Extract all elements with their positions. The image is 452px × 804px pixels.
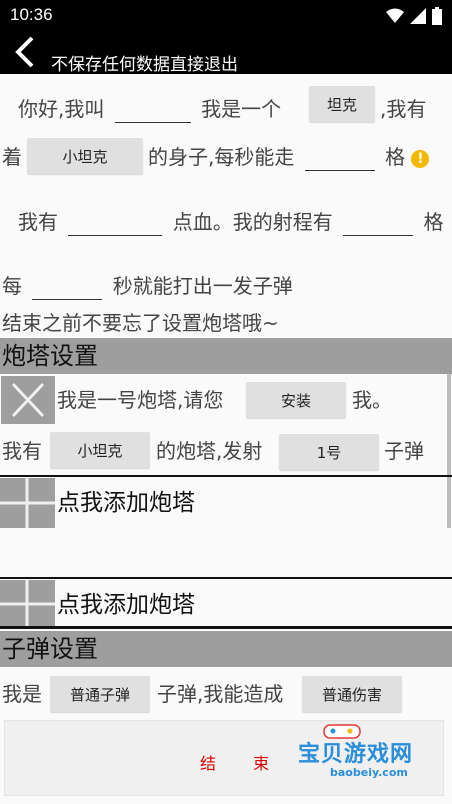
fire-interval-input[interactable] [32,278,103,300]
plus-icon [0,478,55,528]
bullet-kind-button[interactable]: 普通子弹 [50,676,150,712]
scrollbar[interactable] [447,374,451,528]
plus-icon [0,580,55,628]
type-select-button[interactable]: 坦克 [309,86,375,122]
add-turret-button[interactable]: 点我添加炮塔 [57,483,195,517]
intro-line-1: 你好,我叫 我是一个 [18,97,282,123]
divider [0,475,452,477]
intro-line-4: 每 秒就能打出一发子弹 [2,274,293,300]
intro-line-5: 结束之前不要忘了设置炮塔哦~ [2,311,279,335]
bullet-section-header: 子弹设置 [0,631,452,667]
intro-line-2: 的身子,每秒能走 格 ! [148,143,430,171]
divider [0,626,452,629]
speed-input[interactable] [304,149,375,171]
add-turret-tile[interactable] [0,478,55,528]
add-turret-tile[interactable] [0,580,55,628]
watermark: 宝贝游戏网 baobeiy.com [278,724,428,784]
status-icons [386,7,442,25]
signal-icon [410,8,426,24]
status-bar: 10:36 [0,0,452,30]
back-arrow-icon[interactable] [10,36,40,68]
hp-input[interactable] [68,214,163,236]
warning-icon: ! [411,149,430,168]
ammo-select-button[interactable]: 1号 [279,434,379,470]
turret-line-2-end: 子弹 [384,439,424,463]
intro-line-2-start: 着 [2,145,22,169]
end-button-label[interactable]: 结 束 [200,750,285,774]
turret-line-1-end: 我。 [352,388,392,412]
intro-line-3: 我有 点血。我的射程有 格 [18,210,444,236]
status-time: 10:36 [10,5,53,24]
turret-line-2: 的炮塔,发射 [156,439,263,463]
intro-line-1-end: ,我有 [380,97,427,121]
app-bar: 不保存任何数据直接退出 [0,30,452,75]
divider [0,577,452,579]
range-input[interactable] [343,214,414,236]
watermark-text: 宝贝游戏网 [298,742,414,767]
wifi-icon [386,8,404,23]
delete-turret-button[interactable] [1,376,55,424]
turret-select-button[interactable]: 小坦克 [50,432,150,468]
install-button[interactable]: 安装 [246,382,346,418]
turret-line-1: 我是一号炮塔,请您 [57,388,224,412]
close-icon [11,382,45,418]
turret-line-2-start: 我有 [2,439,42,463]
name-input[interactable] [114,101,191,123]
exit-without-saving-title[interactable]: 不保存任何数据直接退出 [51,50,238,75]
bullet-line: 子弹,我能造成 [157,682,284,706]
body-select-button[interactable]: 小坦克 [27,138,143,174]
battery-icon [432,7,442,25]
bullet-line-start: 我是 [2,682,42,706]
watermark-url: baobeiy.com [330,766,408,779]
turret-section-header: 炮塔设置 [0,338,452,374]
damage-select-button[interactable]: 普通伤害 [302,676,402,712]
add-turret-button[interactable]: 点我添加炮塔 [57,585,195,619]
